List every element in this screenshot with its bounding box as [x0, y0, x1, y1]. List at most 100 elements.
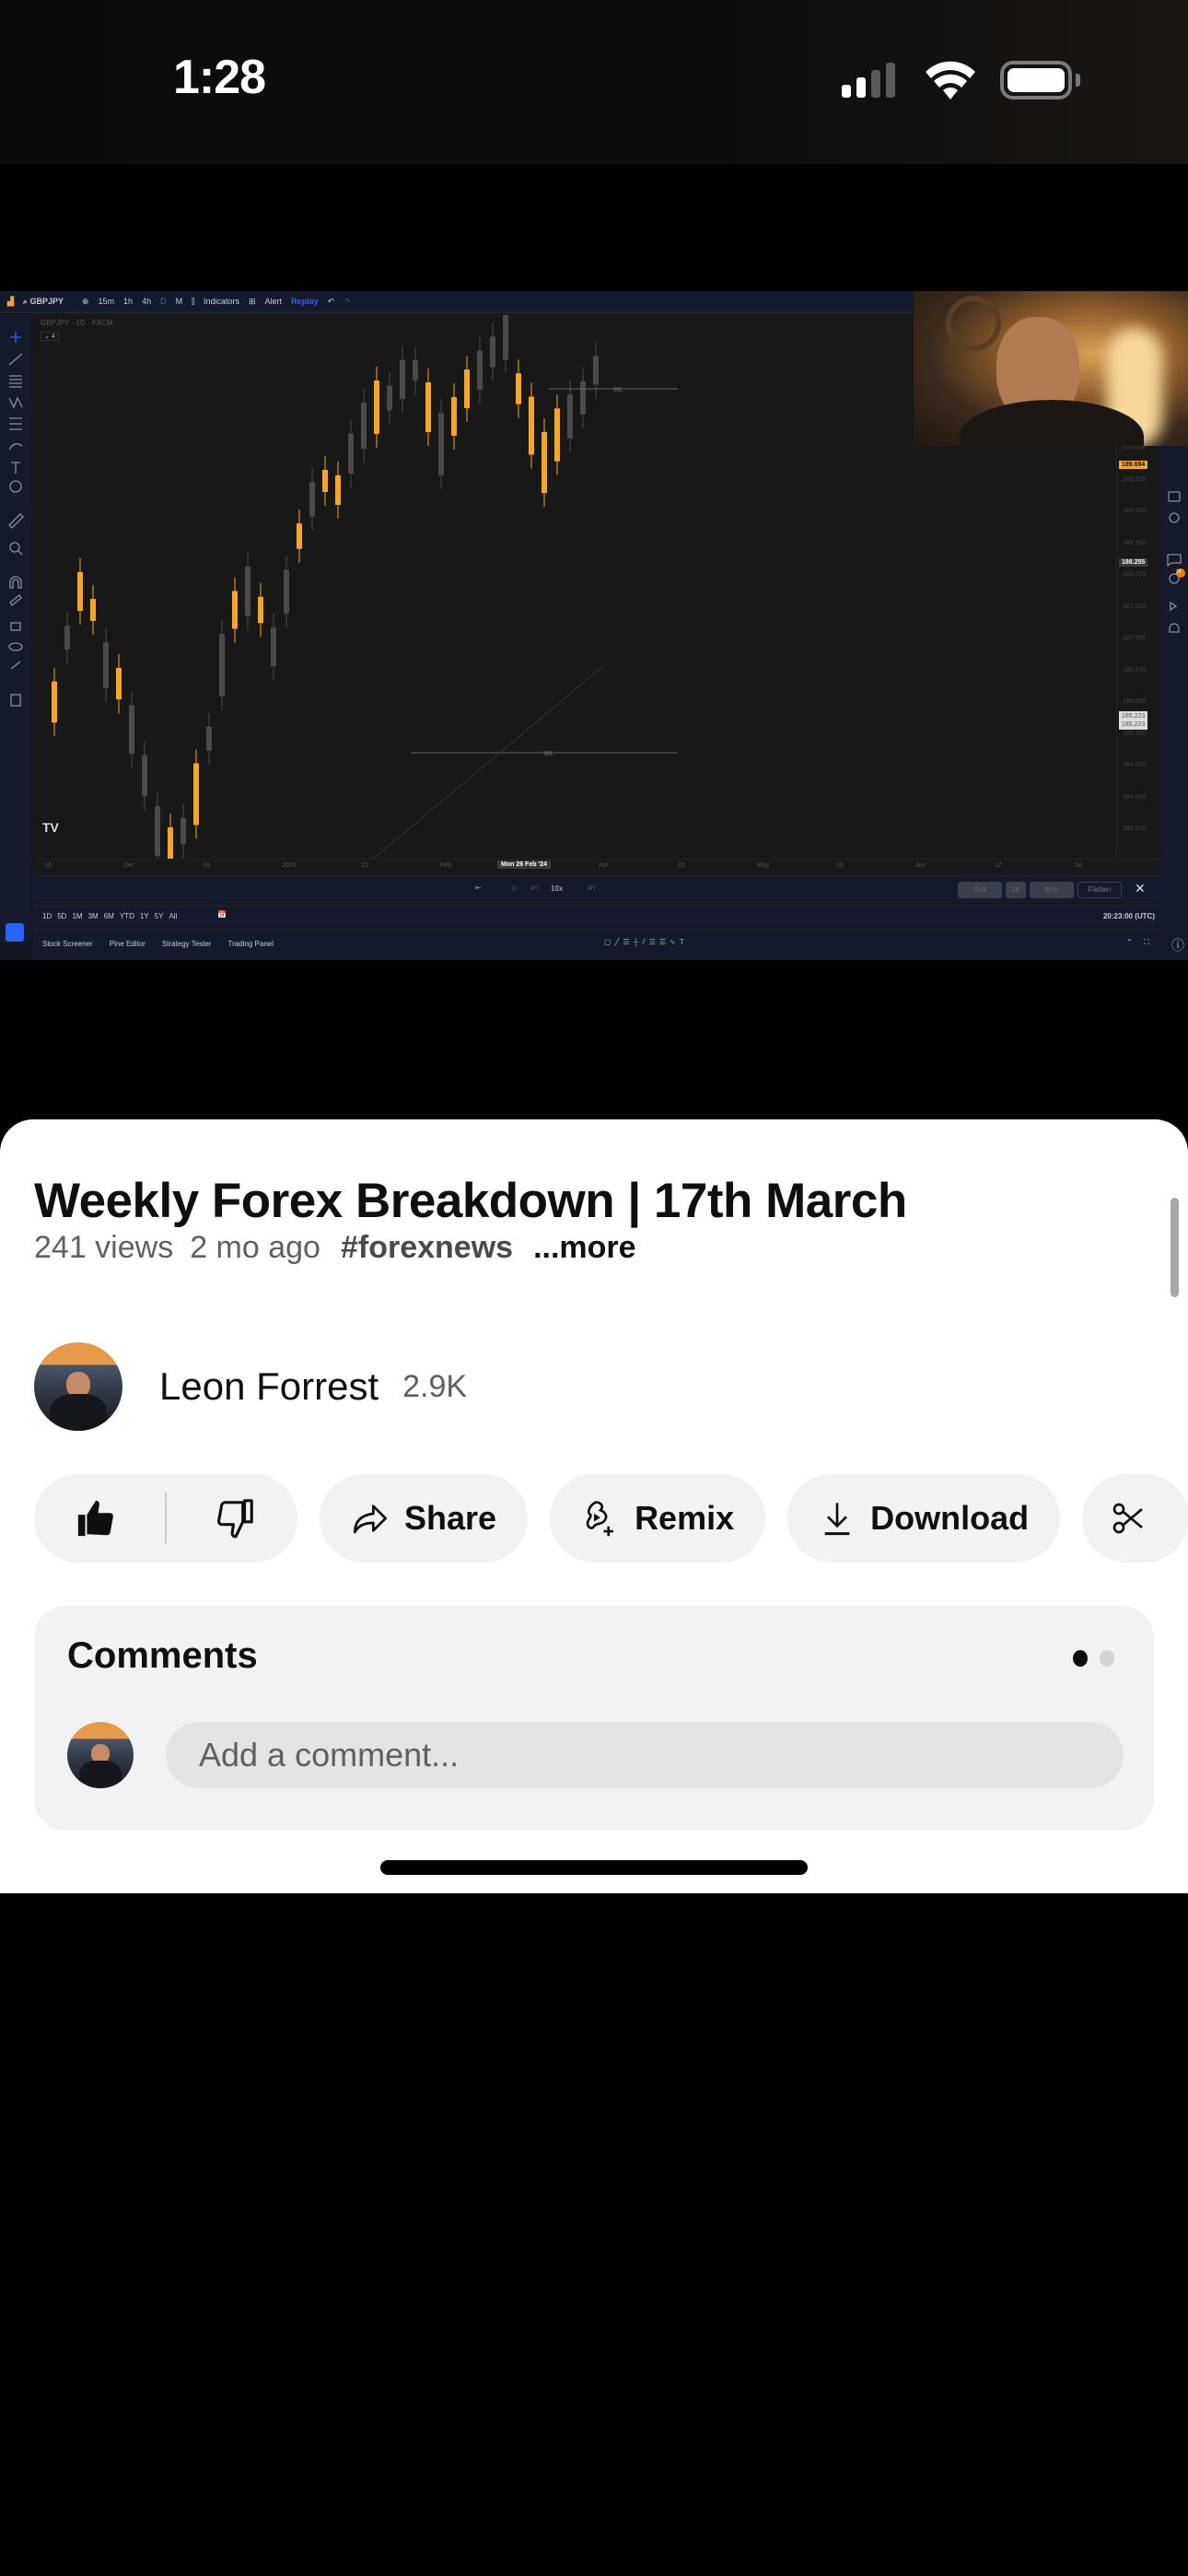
time-axis: 13Dec18202415Feb18Apr15May13Jun17JulMon … [33, 859, 1160, 873]
dislike-icon[interactable] [215, 1497, 257, 1540]
share-button[interactable]: Share [320, 1474, 529, 1563]
close-replay-icon: ✕ [1135, 881, 1146, 896]
video-metadata[interactable]: 241 views 2 mo ago #forexnews ...more [34, 1230, 636, 1266]
candle-body [464, 369, 470, 408]
price-tick: 184.500 [1123, 762, 1147, 768]
time-tick: 2024 [282, 862, 297, 869]
share-label: Share [404, 1499, 497, 1537]
candle-body [567, 394, 573, 439]
candle-body [77, 571, 83, 612]
candle-body [348, 433, 354, 474]
candle-body [529, 396, 534, 455]
channel-name[interactable]: Leon Forrest [159, 1364, 379, 1409]
home-indicator[interactable] [380, 1860, 808, 1875]
battery-cap [1076, 74, 1080, 87]
time-tick: Dec [123, 862, 135, 869]
comments-page-dot-inactive [1100, 1650, 1114, 1667]
object-tree-button [6, 923, 24, 942]
hashtag-link[interactable]: #forexnews [341, 1230, 513, 1266]
candle-body [219, 634, 225, 697]
range-button: YTD [119, 912, 134, 920]
time-tick: 13 [44, 862, 52, 869]
replay-step-icon: ⊳| [530, 884, 539, 892]
add-comment-input[interactable]: Add a comment... [166, 1722, 1124, 1788]
price-tick: 185.500 [1123, 730, 1147, 737]
undo-icon: ↶ [327, 296, 335, 306]
alert-button: Alert [264, 297, 283, 306]
clip-button[interactable] [1082, 1474, 1188, 1563]
price-tick: 189.500 [1123, 475, 1147, 483]
candle-body [438, 413, 444, 475]
price-tick: 183.500 [1123, 825, 1147, 832]
time-tick: Jul [1074, 862, 1082, 869]
channel-avatar[interactable] [34, 1342, 122, 1431]
status-bar: 1:28 [0, 0, 1188, 164]
crosshair-date-tag: Mon 26 Feb '24 [497, 861, 551, 869]
interval-m: M [175, 297, 183, 306]
goto-date-icon: 📅 [217, 910, 227, 919]
candle-body [374, 381, 379, 434]
interval-4h: 4h [142, 297, 152, 306]
price-tick: 186.000 [1123, 698, 1147, 705]
bottom-tab: Trading Panel [227, 940, 274, 948]
candle-body [580, 381, 586, 416]
price-tick: 184.000 [1123, 793, 1147, 801]
video-player[interactable]: ▟ ⌕ GBPJPY ⊕ 15m 1h 4h D M ⫿ Indicators … [0, 291, 1188, 960]
level-label: IKL [544, 751, 554, 757]
candle-body [413, 359, 418, 381]
range-buttons: 1D 5D 1M 3M 6M YTD 1Y 5Y All [42, 912, 177, 920]
drawing-tool-icons [8, 332, 24, 707]
candle-body [542, 431, 547, 494]
candle-body [271, 626, 276, 667]
remix-button[interactable]: Remix [550, 1474, 766, 1563]
candle-body [155, 806, 160, 856]
candle-type-icon: ⫿ [192, 296, 194, 306]
interval-1h: 1h [123, 297, 134, 306]
candle-body [206, 726, 212, 752]
scroll-indicator[interactable] [1171, 1198, 1179, 1297]
webcam-overlay [914, 291, 1188, 446]
price-tick: 186.500 [1123, 666, 1147, 673]
collapse-panel-icon: ⌃ [1126, 938, 1133, 946]
time-tick: Feb [440, 862, 452, 869]
price-tick: 189.000 [1123, 508, 1147, 514]
candle-body [181, 817, 186, 845]
candle-body [297, 523, 302, 549]
comments-page-dot-active [1073, 1650, 1088, 1667]
like-icon[interactable] [75, 1497, 117, 1540]
remix-icon [586, 1501, 614, 1537]
candle-body [90, 599, 96, 621]
range-button: 5Y [154, 912, 164, 920]
share-icon [354, 1505, 387, 1534]
price-tick: 187.500 [1123, 603, 1147, 610]
time-tick: May [757, 862, 770, 869]
candle-body [129, 705, 134, 755]
drawing-toolbar: ▢╱☰┼⫽☰☰∿T [604, 938, 688, 946]
replay-speed: 10x [551, 884, 564, 893]
bottom-tab: Stock Screener [42, 940, 93, 948]
range-button: 5D [57, 912, 67, 920]
drawing-tools-sidebar [0, 315, 31, 942]
price-tag: 188.255 [1119, 558, 1148, 567]
candle-body [400, 359, 405, 400]
comments-title: Comments [67, 1635, 258, 1676]
download-icon [824, 1503, 850, 1536]
video-title[interactable]: Weekly Forex Breakdown | 17th March [34, 1173, 907, 1229]
download-button[interactable]: Download [787, 1474, 1061, 1563]
time-tick: 15 [678, 862, 685, 869]
comments-panel[interactable]: Comments Add a comment... [34, 1606, 1154, 1831]
date-range-bar: 1D 5D 1M 3M 6M YTD 1Y 5Y All 📅 20:23:00 (UTC) [33, 905, 1160, 927]
more-button[interactable]: ...more [533, 1230, 635, 1266]
level-price-tag: 185.223 185.223 [1119, 711, 1148, 730]
remix-label: Remix [635, 1499, 735, 1537]
channel-row[interactable]: Leon Forrest 2.9K [34, 1342, 467, 1431]
replay-play-icon: ▷ [512, 884, 518, 892]
candle-body [64, 626, 70, 650]
range-button: 6M [103, 912, 114, 920]
battery-icon [1000, 61, 1072, 100]
maximize-panel-icon: ⛶ [1144, 938, 1149, 946]
candle-body [516, 373, 521, 404]
candle-body [103, 642, 109, 688]
candle-body [258, 596, 263, 624]
wifi-icon [926, 61, 975, 100]
